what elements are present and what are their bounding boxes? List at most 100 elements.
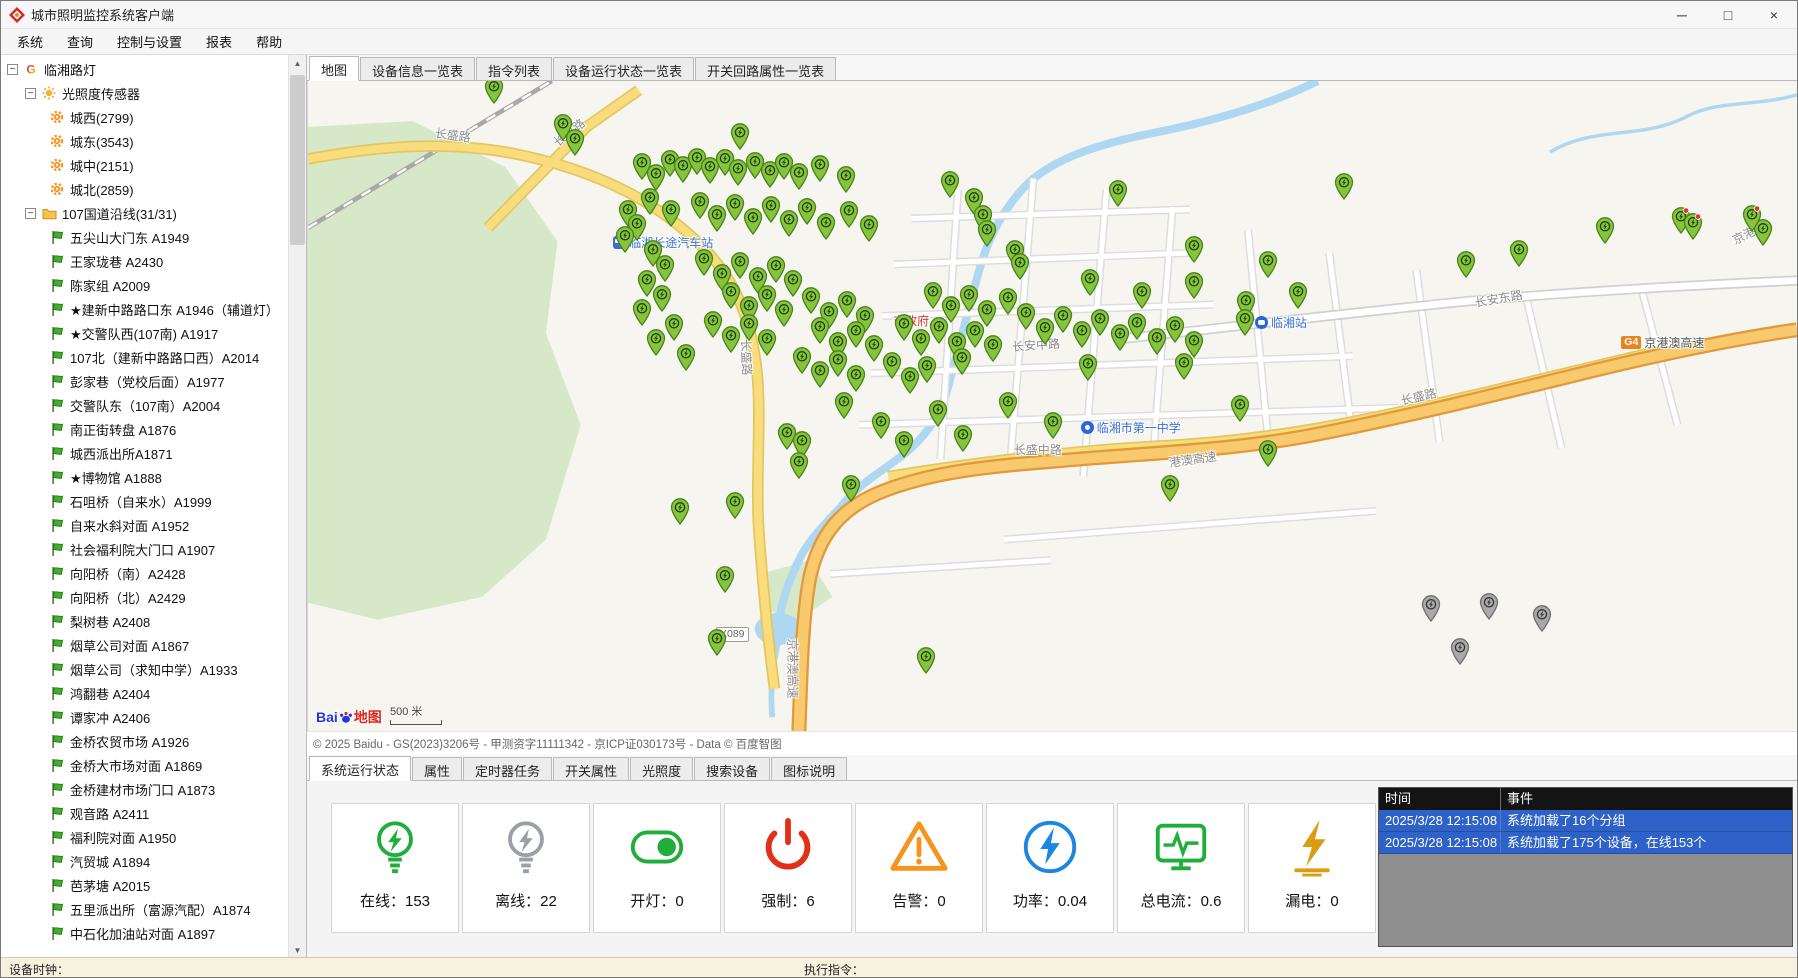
device-pin[interactable] xyxy=(775,300,794,327)
device-pin[interactable] xyxy=(918,356,937,383)
device-pin[interactable] xyxy=(708,205,727,232)
offline-device-pin[interactable] xyxy=(1533,605,1552,632)
device-pin[interactable] xyxy=(665,314,684,341)
tree-device-5[interactable]: 107北（建新中路路口西）A2014 xyxy=(1,345,288,369)
offline-device-pin[interactable] xyxy=(1451,638,1470,665)
device-pin[interactable] xyxy=(641,188,660,215)
device-pin[interactable] xyxy=(662,200,681,227)
device-pin[interactable] xyxy=(998,288,1017,315)
device-pin[interactable] xyxy=(632,299,651,326)
device-pin[interactable] xyxy=(671,498,690,525)
tree-device-7[interactable]: 交警队东（107南）A2004 xyxy=(1,393,288,417)
tree-device-6[interactable]: 彭家巷（党校后面）A1977 xyxy=(1,369,288,393)
device-pin[interactable] xyxy=(952,348,971,375)
device-pin[interactable] xyxy=(998,392,1017,419)
device-pin[interactable] xyxy=(872,412,891,439)
tree-device-4[interactable]: ★交警队西(107南) A1917 xyxy=(1,321,288,345)
tree-device-14[interactable]: 向阳桥（南）A2428 xyxy=(1,561,288,585)
tree-device-0[interactable]: 五尖山大门东 A1949 xyxy=(1,225,288,249)
device-pin[interactable] xyxy=(817,213,836,240)
tree-sensor-0[interactable]: 城西(2799) xyxy=(1,105,288,129)
map-tab-0[interactable]: 地图 xyxy=(309,56,359,81)
device-pin[interactable] xyxy=(916,647,935,674)
device-pin[interactable] xyxy=(790,452,809,479)
device-pin[interactable] xyxy=(739,314,758,341)
device-pin[interactable] xyxy=(1080,269,1099,296)
panel-tab-4[interactable]: 光照度 xyxy=(630,757,693,780)
event-log-row[interactable]: 2025/3/28 12:15:08系统加载了175个设备，在线153个 xyxy=(1379,832,1792,854)
device-pin[interactable] xyxy=(757,285,776,312)
device-pin[interactable] xyxy=(1043,412,1062,439)
tree-device-27[interactable]: 芭茅塘 A2015 xyxy=(1,873,288,897)
device-pin[interactable] xyxy=(1165,316,1184,343)
device-pin[interactable] xyxy=(960,285,979,312)
device-pin[interactable] xyxy=(790,163,809,190)
tree-device-8[interactable]: 南正街转盘 A1876 xyxy=(1,417,288,441)
event-log-row[interactable]: 2025/3/28 12:15:08系统加载了16个分组 xyxy=(1379,810,1792,832)
map-view[interactable]: 长白路长盛路临湘长途汽车站市政府长安中路临湘站长安东路京港线G4京港澳高速长盛路… xyxy=(307,81,1797,731)
device-pin[interactable] xyxy=(784,270,803,297)
tree-device-20[interactable]: 谭家冲 A2406 xyxy=(1,705,288,729)
device-pin[interactable] xyxy=(894,314,913,341)
device-pin[interactable] xyxy=(721,326,740,353)
device-pin[interactable] xyxy=(1259,440,1278,467)
device-pin[interactable] xyxy=(977,220,996,247)
device-pin[interactable] xyxy=(695,249,714,276)
tree-device-10[interactable]: ★博物馆 A1888 xyxy=(1,465,288,489)
device-pin[interactable] xyxy=(779,210,798,237)
device-pin[interactable] xyxy=(1073,321,1092,348)
offline-device-pin[interactable] xyxy=(1421,595,1440,622)
device-pin[interactable] xyxy=(882,352,901,379)
device-pin[interactable] xyxy=(730,123,749,150)
tree-sensor-2[interactable]: 城中(2151) xyxy=(1,153,288,177)
device-pin[interactable] xyxy=(802,287,821,314)
tree-scrollbar[interactable]: ▲ ▼ xyxy=(288,55,306,959)
tree-group-devices[interactable]: −107国道沿线(31/31) xyxy=(1,201,288,225)
tree-device-24[interactable]: 观音路 A2411 xyxy=(1,801,288,825)
device-pin[interactable] xyxy=(838,291,857,318)
device-pin[interactable] xyxy=(924,282,943,309)
device-pin[interactable] xyxy=(864,335,883,362)
device-pin[interactable] xyxy=(846,365,865,392)
tree-device-28[interactable]: 五里派出所（富源汽配）A1874 xyxy=(1,897,288,921)
tree-device-29[interactable]: 中石化加油站对面 A1897 xyxy=(1,921,288,945)
tree-device-16[interactable]: 梨树巷 A2408 xyxy=(1,609,288,633)
tree-device-2[interactable]: 陈家组 A2009 xyxy=(1,273,288,297)
device-pin[interactable] xyxy=(1259,251,1278,278)
tree-device-11[interactable]: 石咀桥（自来水）A1999 xyxy=(1,489,288,513)
collapse-icon[interactable]: − xyxy=(7,64,18,75)
map-tab-4[interactable]: 开关回路属性一览表 xyxy=(695,57,836,80)
device-pin[interactable] xyxy=(485,81,504,104)
tree-device-1[interactable]: 王家珑巷 A2430 xyxy=(1,249,288,273)
device-pin[interactable] xyxy=(846,321,865,348)
device-pin[interactable] xyxy=(836,166,855,193)
device-pin[interactable] xyxy=(842,475,861,502)
scroll-up-icon[interactable]: ▲ xyxy=(289,55,306,72)
device-pin[interactable] xyxy=(1457,251,1476,278)
device-pin[interactable] xyxy=(860,215,879,242)
device-pin[interactable] xyxy=(744,208,763,235)
device-pin[interactable] xyxy=(653,285,672,312)
close-button[interactable]: × xyxy=(1751,1,1797,28)
device-pin[interactable] xyxy=(797,198,816,225)
device-pin[interactable] xyxy=(1161,475,1180,502)
device-pin[interactable] xyxy=(1128,313,1147,340)
device-pin[interactable] xyxy=(721,282,740,309)
minimize-button[interactable]: ─ xyxy=(1659,1,1705,28)
device-pin[interactable] xyxy=(730,252,749,279)
device-pin[interactable] xyxy=(983,335,1002,362)
device-pin[interactable] xyxy=(1174,353,1193,380)
device-pin[interactable] xyxy=(1110,324,1129,351)
panel-tab-6[interactable]: 图标说明 xyxy=(771,757,847,780)
device-pin[interactable] xyxy=(928,400,947,427)
device-pin[interactable] xyxy=(977,300,996,327)
device-pin[interactable] xyxy=(1036,318,1055,345)
device-pin[interactable] xyxy=(762,196,781,223)
map-tab-3[interactable]: 设备运行状态一览表 xyxy=(553,57,694,80)
device-pin[interactable] xyxy=(811,361,830,388)
device-pin[interactable] xyxy=(708,629,727,656)
tree-group-sensors[interactable]: −光照度传感器 xyxy=(1,81,288,105)
panel-tab-1[interactable]: 属性 xyxy=(412,757,462,780)
tree-device-15[interactable]: 向阳桥（北）A2429 xyxy=(1,585,288,609)
device-pin[interactable] xyxy=(793,347,812,374)
